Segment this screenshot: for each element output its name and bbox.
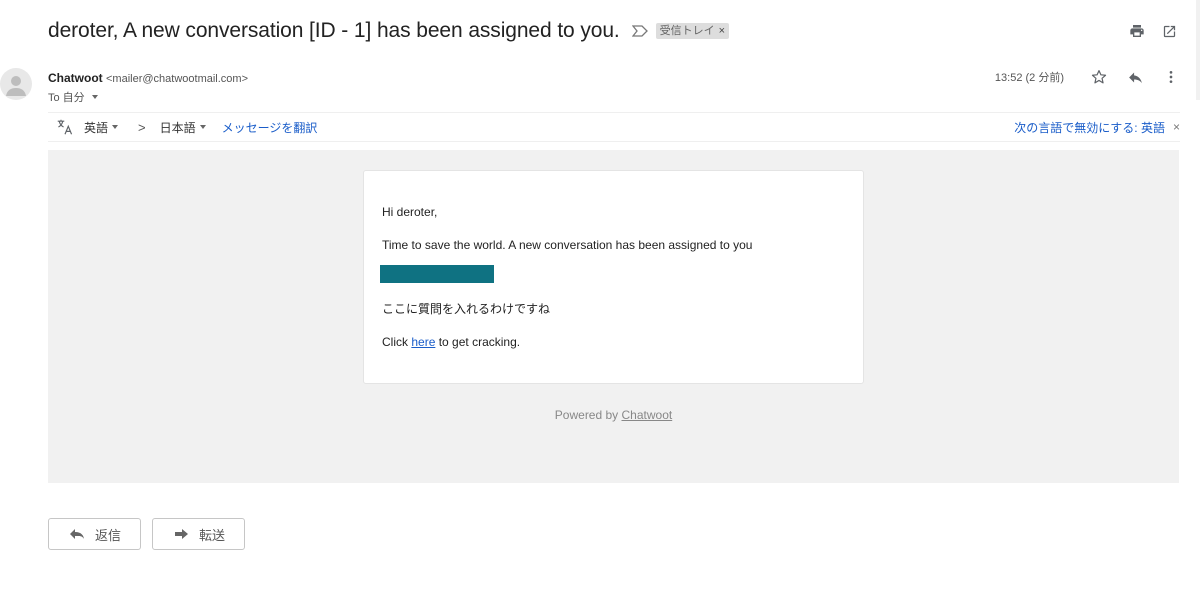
sender-line: Chatwoot <mailer@chatwootmail.com>	[48, 70, 248, 87]
here-link[interactable]: here	[411, 335, 435, 349]
forward-button[interactable]: 転送	[152, 518, 245, 550]
avatar-person-icon	[6, 76, 26, 96]
reply-button[interactable]: 返信	[48, 518, 141, 550]
assignment-text: Time to save the world. A new conversati…	[382, 238, 753, 252]
subject-row: deroter, A new conversation [ID - 1] has…	[48, 14, 1200, 48]
disable-translation-link[interactable]: 次の言語で無効にする: 英語	[1014, 119, 1165, 136]
powered-by: Powered by Chatwoot	[48, 408, 1179, 422]
chatwoot-link[interactable]: Chatwoot	[622, 408, 673, 422]
redacted-block	[380, 265, 494, 283]
cta-prefix: Click	[382, 335, 412, 349]
reply-button-label: 返信	[95, 527, 122, 543]
message-card: Hi deroter, Time to save the world. A ne…	[363, 170, 864, 384]
message-actions: 13:52 (2 分前)	[995, 68, 1180, 86]
target-language-label: 日本語	[159, 120, 196, 135]
star-icon[interactable]	[1090, 68, 1108, 86]
forward-button-label: 転送	[199, 527, 226, 543]
chevron-down-icon	[112, 125, 119, 129]
email-subject: deroter, A new conversation [ID - 1] has…	[48, 19, 620, 42]
message-timestamp: 13:52 (2 分前)	[994, 72, 1064, 84]
reply-arrow-icon	[69, 527, 87, 541]
sender-avatar	[0, 68, 32, 100]
chevron-down-icon	[91, 95, 98, 99]
sender-block: Chatwoot <mailer@chatwootmail.com> To 自分	[48, 70, 248, 105]
top-actions	[1128, 22, 1178, 40]
target-language-select[interactable]: 日本語	[160, 119, 206, 136]
recipient-details-toggle[interactable]: To 自分	[48, 89, 248, 105]
cta-suffix: to get cracking.	[435, 335, 521, 349]
sender-name[interactable]: Chatwoot	[48, 71, 103, 85]
translate-message-link[interactable]: メッセージを翻訳	[222, 119, 318, 136]
message-body: Hi deroter, Time to save the world. A ne…	[48, 150, 1179, 483]
question-text: ここに質問を入れるわけですね	[382, 302, 551, 316]
forward-arrow-icon	[173, 527, 191, 541]
remove-label-button[interactable]: ×	[719, 25, 725, 37]
inbox-label-chip: 受信トレイ ×	[655, 23, 730, 39]
reply-icon[interactable]	[1126, 68, 1144, 86]
translate-icon	[56, 119, 76, 135]
recipient-label: To 自分	[48, 92, 85, 104]
chevron-down-icon	[199, 125, 206, 129]
source-language-label: 英語	[84, 120, 109, 135]
source-language-select[interactable]: 英語	[84, 119, 119, 136]
inbox-label-text: 受信トレイ	[659, 25, 715, 37]
print-icon[interactable]	[1128, 22, 1146, 40]
cta-text: Click here to get cracking.	[382, 335, 845, 349]
close-translate-bar-button[interactable]: ×	[1173, 120, 1180, 134]
language-arrow: >	[138, 119, 146, 135]
translate-bar: 英語 > 日本語 メッセージを翻訳 次の言語で無効にする: 英語 ×	[48, 112, 1180, 142]
more-vert-icon[interactable]	[1162, 68, 1180, 86]
scroll-edge	[1196, 0, 1200, 100]
sender-email: <mailer@chatwootmail.com>	[106, 73, 248, 85]
important-marker-icon[interactable]	[631, 23, 648, 39]
powered-by-prefix: Powered by	[554, 408, 622, 422]
greeting-text: Hi deroter,	[382, 205, 438, 219]
open-new-window-icon[interactable]	[1160, 22, 1178, 40]
